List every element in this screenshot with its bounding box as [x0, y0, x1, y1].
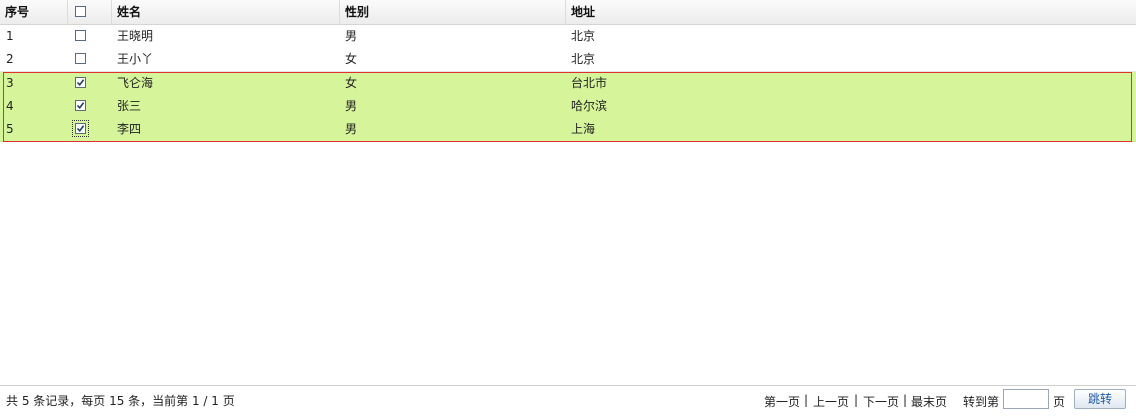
next-page-link[interactable]: 下一页: [863, 393, 899, 410]
row-name: 飞仑海: [117, 76, 154, 90]
row-checkbox[interactable]: [75, 30, 86, 41]
row-address: 上海: [571, 122, 596, 136]
goto-page-label: 转到第: [963, 395, 1000, 409]
page-number-input[interactable]: [1003, 389, 1049, 409]
row-index: 2: [6, 52, 14, 66]
table-row-selected[interactable]: 3 飞仑海 女 台北市: [0, 72, 1136, 96]
row-index: 3: [6, 76, 14, 90]
row-index: 4: [6, 99, 14, 113]
row-gender: 男: [345, 29, 358, 43]
row-checkbox-checked[interactable]: [75, 77, 86, 88]
pager-separator: |: [854, 393, 859, 407]
row-gender: 男: [345, 99, 358, 113]
row-gender: 女: [345, 52, 358, 66]
table-row-selected[interactable]: 4 张三 男 哈尔滨: [0, 95, 1136, 119]
row-address: 北京: [571, 29, 596, 43]
table-row-selected[interactable]: 5 李四 男 上海: [0, 118, 1136, 142]
pager-separator: |: [804, 393, 809, 407]
select-all-checkbox[interactable]: [75, 6, 86, 17]
jump-button[interactable]: 跳转: [1074, 389, 1126, 409]
row-address: 哈尔滨: [571, 99, 608, 113]
checkmark-icon: [76, 125, 85, 133]
header-select-all-cell: [68, 0, 112, 24]
grid-header: 序号 姓名 性别 地址: [0, 0, 1136, 25]
prev-page-link[interactable]: 上一页: [813, 393, 849, 410]
row-checkbox[interactable]: [75, 53, 86, 64]
row-gender: 男: [345, 122, 358, 136]
row-name: 王小丫: [117, 52, 154, 66]
record-summary: 共 5 条记录，每页 15 条，当前第 1 / 1 页: [6, 394, 235, 408]
row-address: 台北市: [571, 76, 608, 90]
last-page-link[interactable]: 最末页: [911, 393, 947, 410]
row-address: 北京: [571, 52, 596, 66]
checkmark-icon: [76, 102, 85, 110]
header-gender[interactable]: 性别: [340, 0, 566, 24]
header-address[interactable]: 地址: [566, 0, 1136, 24]
row-checkbox-checked[interactable]: [75, 100, 86, 111]
row-name: 张三: [117, 99, 142, 113]
goto-page-suffix: 页: [1053, 395, 1066, 409]
row-index: 5: [6, 122, 14, 136]
pagination-bar: 共 5 条记录，每页 15 条，当前第 1 / 1 页 第一页 | 上一页 | …: [0, 385, 1136, 416]
pager-separator: |: [903, 393, 908, 407]
row-name: 李四: [117, 122, 142, 136]
table-row[interactable]: 2 王小丫 女 北京: [0, 48, 1136, 72]
row-gender: 女: [345, 76, 358, 90]
first-page-link[interactable]: 第一页: [764, 393, 800, 410]
header-name[interactable]: 姓名: [112, 0, 340, 24]
header-index[interactable]: 序号: [0, 0, 68, 24]
row-name: 王晓明: [117, 29, 154, 43]
row-index: 1: [6, 29, 14, 43]
table-row[interactable]: 1 王晓明 男 北京: [0, 25, 1136, 49]
checkmark-icon: [76, 79, 85, 87]
row-checkbox-checked[interactable]: [72, 120, 89, 137]
